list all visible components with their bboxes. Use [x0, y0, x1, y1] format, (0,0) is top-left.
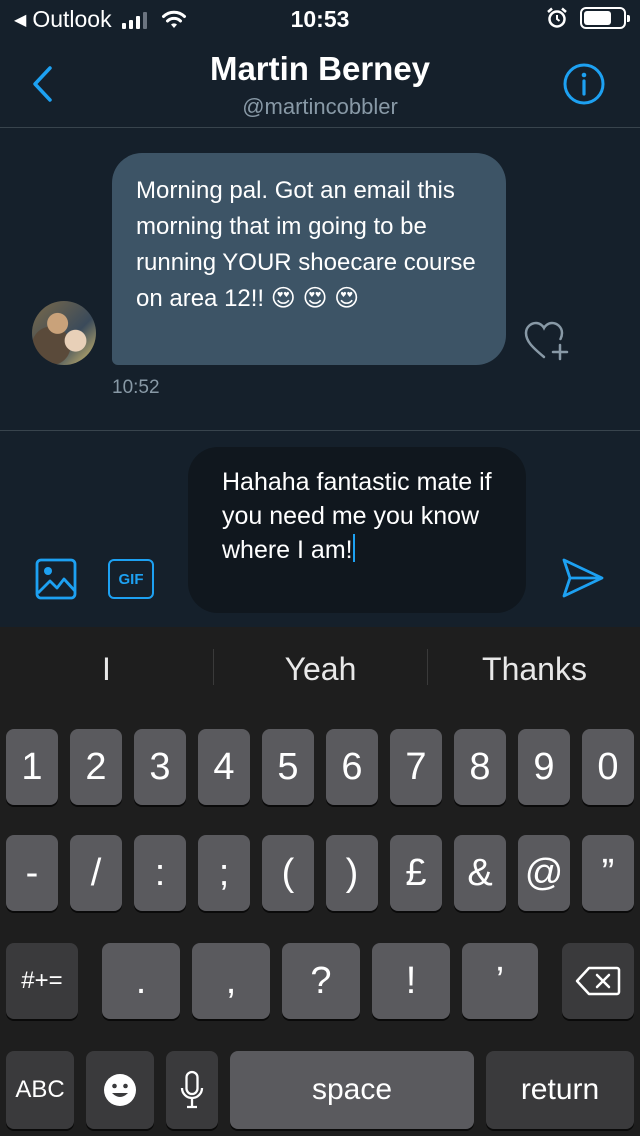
space-key[interactable]: space — [230, 1051, 474, 1129]
battery-icon — [580, 7, 630, 29]
heart-plus-icon — [524, 321, 569, 361]
key-colon[interactable]: : — [134, 835, 186, 911]
emoji-icon — [104, 1074, 136, 1106]
key-4[interactable]: 4 — [198, 729, 250, 805]
key-hyphen[interactable]: - — [6, 835, 58, 911]
dm-conversation-screen: ◀ Outlook 10:53 Martin Berney @martincob… — [0, 0, 640, 1136]
keyboard: I Yeah Thanks 1 2 3 4 5 6 7 8 9 0 - / : … — [0, 627, 640, 1136]
suggestion-2[interactable]: Yeah — [214, 651, 427, 688]
key-3[interactable]: 3 — [134, 729, 186, 805]
alarm-icon — [547, 7, 567, 28]
emoji-key[interactable] — [86, 1051, 154, 1129]
key-semicolon[interactable]: ; — [198, 835, 250, 911]
predictive-bar: I Yeah Thanks — [0, 627, 640, 717]
avatar[interactable] — [32, 301, 96, 365]
key-close-paren[interactable]: ) — [326, 835, 378, 911]
like-message-button[interactable] — [522, 319, 570, 363]
key-pound[interactable]: £ — [390, 835, 442, 911]
dictation-key[interactable] — [166, 1051, 218, 1129]
clock: 10:53 — [290, 6, 350, 32]
return-key[interactable]: return — [486, 1051, 634, 1129]
key-comma[interactable]: , — [192, 943, 270, 1019]
send-icon — [562, 558, 604, 598]
send-button[interactable] — [560, 555, 606, 601]
info-icon — [563, 63, 605, 105]
contact-handle: @martincobbler — [242, 94, 398, 119]
message-thread: Morning pal. Got an email this morning t… — [0, 129, 640, 429]
contact-name[interactable]: Martin Berney — [0, 50, 640, 88]
text-caret — [352, 534, 355, 562]
key-1[interactable]: 1 — [6, 729, 58, 805]
microphone-icon — [180, 1070, 204, 1109]
backspace-icon — [575, 966, 621, 996]
key-ampersand[interactable]: & — [454, 835, 506, 911]
key-period[interactable]: . — [102, 943, 180, 1019]
status-bar: ◀ Outlook 10:53 — [0, 0, 640, 40]
key-8[interactable]: 8 — [454, 729, 506, 805]
key-7[interactable]: 7 — [390, 729, 442, 805]
key-quote[interactable]: ” — [582, 835, 634, 911]
key-5[interactable]: 5 — [262, 729, 314, 805]
key-apostrophe[interactable]: ’ — [462, 943, 538, 1019]
message-input[interactable]: Hahaha fantastic mate if you need me you… — [188, 447, 526, 613]
message-draft-text: Hahaha fantastic mate if you need me you… — [222, 468, 492, 564]
conversation-header: Martin Berney @martincobbler — [0, 40, 640, 128]
key-2[interactable]: 2 — [70, 729, 122, 805]
symbols-key[interactable]: #+= — [6, 943, 78, 1019]
key-0[interactable]: 0 — [582, 729, 634, 805]
key-6[interactable]: 6 — [326, 729, 378, 805]
key-exclamation[interactable]: ! — [372, 943, 450, 1019]
abc-key[interactable]: ABC — [6, 1051, 74, 1129]
message-composer: GIF Hahaha fantastic mate if you need me… — [0, 430, 640, 626]
gif-icon: GIF — [118, 570, 144, 588]
photo-icon — [35, 558, 77, 600]
backspace-key[interactable] — [562, 943, 634, 1019]
message-timestamp: 10:52 — [112, 377, 160, 398]
info-button[interactable] — [562, 62, 606, 106]
suggestion-3[interactable]: Thanks — [428, 651, 640, 688]
add-photo-button[interactable] — [34, 557, 78, 601]
key-slash[interactable]: / — [70, 835, 122, 911]
status-right — [546, 7, 630, 29]
suggestion-1[interactable]: I — [0, 651, 213, 688]
key-at[interactable]: @ — [518, 835, 570, 911]
incoming-message-bubble[interactable]: Morning pal. Got an email this morning t… — [112, 153, 506, 365]
key-question[interactable]: ? — [282, 943, 360, 1019]
gif-button[interactable]: GIF — [108, 559, 154, 599]
key-open-paren[interactable]: ( — [262, 835, 314, 911]
key-9[interactable]: 9 — [518, 729, 570, 805]
